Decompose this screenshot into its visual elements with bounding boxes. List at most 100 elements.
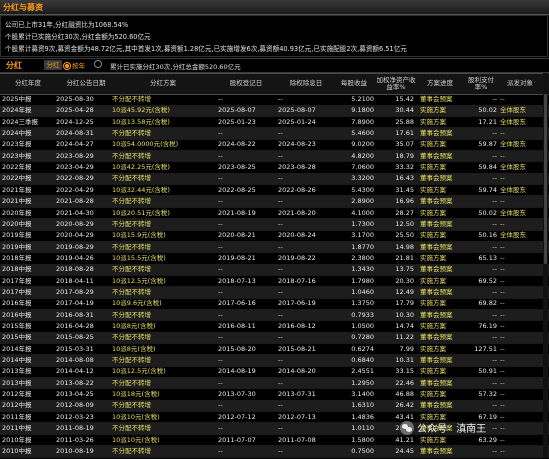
table-cell: 2019中报 bbox=[2, 242, 32, 251]
table-cell: 1.0500 bbox=[351, 322, 374, 330]
table-row[interactable]: 2016中报 2016-08-31 不分配不转增 -- -- 0.7933 10.30 董事会… bbox=[0, 309, 549, 322]
table-cell: 2023中报 bbox=[2, 151, 32, 160]
table-cell: 2010年报 bbox=[2, 435, 32, 444]
col-header[interactable]: 除权除息日 bbox=[276, 74, 336, 94]
col-header[interactable]: 方案进度 bbox=[418, 74, 462, 94]
table-cell: 10派10元(含税) bbox=[112, 412, 160, 421]
table-cell: -- bbox=[218, 424, 223, 433]
table-row[interactable]: 2024中报 2024-08-31 不分配不转增 -- -- 5.4600 17.61 董事会… bbox=[0, 128, 549, 140]
table-cell: 全体股东 bbox=[500, 106, 526, 115]
table-cell: 0.7933 bbox=[351, 310, 374, 319]
table-row[interactable]: 2020年报 2021-04-30 10派20.51元(含税) 2021-08-19 2… bbox=[0, 208, 549, 220]
table-row[interactable]: 2015年报 2016-04-28 10派8元(含税) 2016-08-11 2016-… bbox=[0, 321, 549, 333]
table-cell: 10派12.5元(含税) bbox=[112, 367, 166, 376]
col-header[interactable]: 分红年度 bbox=[2, 74, 54, 94]
table-row[interactable]: 2019年报 2020-04-29 10派15.9元(含税) 2020-08-21 20… bbox=[0, 230, 549, 242]
table-cell: -- bbox=[500, 197, 505, 206]
table-cell: 2018年报 bbox=[2, 253, 32, 262]
table-row[interactable]: 2013年报 2014-04-12 10派12.5元(含税) 2014-08-19 20… bbox=[0, 366, 549, 379]
table-row[interactable]: 2017年报 2018-04-11 10派12.5元(含税) 2018-07-13 20… bbox=[0, 276, 549, 288]
table-cell: 不分配不转增 bbox=[112, 446, 151, 455]
table-cell: 2017中报 bbox=[2, 287, 32, 296]
table-row[interactable]: 2012中报 2012-08-09 不分配不转增 -- -- 1.6310 26.42 董事会… bbox=[0, 400, 549, 413]
table-row[interactable]: 2016年报 2017-04-19 10派9.6元(含税) 2017-06-16 201… bbox=[0, 298, 549, 310]
table-row[interactable]: 2022年报 2023-04-29 10派42.25元(含税) 2023-08-25 2… bbox=[0, 162, 549, 174]
table-row[interactable]: 2013中报 2013-08-22 不分配不转增 -- -- 1.2950 22.46 董事会… bbox=[0, 377, 549, 390]
table-row[interactable]: 2019中报 2019-08-29 不分配不转增 -- -- 1.8770 14.98 董事会… bbox=[0, 241, 549, 254]
table-cell: 7.8900 bbox=[351, 117, 374, 126]
table-cell: 76.19 bbox=[478, 322, 497, 330]
col-header[interactable]: 股权登记日 bbox=[216, 74, 276, 94]
table-cell: -- bbox=[218, 310, 223, 319]
table-row[interactable]: 2024三季报 2024-12-25 10派13.58元(含税) 2025-01-23… bbox=[0, 117, 549, 129]
table-cell: -- bbox=[500, 174, 505, 183]
table-cell: 2011-07-07 bbox=[218, 435, 256, 444]
table-cell: 2024年报 bbox=[2, 106, 32, 115]
table-cell: -- bbox=[492, 219, 497, 228]
table-cell: 2016年报 bbox=[2, 299, 32, 308]
table-row[interactable]: 2023年报 2024-04-27 10派54.0000元(含税) 2024-08-2… bbox=[0, 139, 549, 152]
table-cell: 2024-08-22 bbox=[218, 140, 256, 149]
table-cell: -- bbox=[500, 129, 505, 138]
table-row[interactable]: 2012年报 2013-04-25 10派18元(含税) 2013-07-30 2013… bbox=[0, 389, 549, 401]
table-cell: -- bbox=[500, 446, 505, 455]
col-header[interactable]: 每股收益 bbox=[332, 74, 376, 94]
table-cell: 董事会预案 bbox=[420, 333, 453, 342]
table-row[interactable]: 2022中报 2022-08-29 不分配不转增 -- -- 3.3200 16.43 董事会… bbox=[0, 173, 549, 186]
table-cell: -- bbox=[492, 265, 497, 274]
tab-dividend[interactable]: 分红 bbox=[44, 60, 62, 70]
col-header[interactable]: 股利支付率% bbox=[464, 74, 498, 94]
table-cell: 50.91 bbox=[478, 367, 497, 376]
col-header[interactable]: 派发对象 bbox=[498, 74, 542, 94]
table-cell: 2015年报 bbox=[2, 322, 32, 330]
table-cell: 3.1400 bbox=[351, 390, 374, 399]
table-cell: 2.8900 bbox=[351, 197, 374, 206]
secondary-radio[interactable] bbox=[94, 60, 104, 68]
table-cell: 10派15.9元(含税) bbox=[112, 231, 166, 240]
table-cell: -- bbox=[500, 95, 505, 103]
table-row[interactable]: 2018中报 2018-08-28 不分配不转增 -- -- 1.3430 13.75 董事会… bbox=[0, 264, 549, 276]
table-cell: 2015-08-20 bbox=[218, 344, 256, 353]
table-row[interactable]: 2021年报 2022-04-29 10派32.44元(含税) 2022-08-25 2… bbox=[0, 185, 549, 197]
table-row[interactable]: 2018年报 2019-04-26 10派15.5元(含税) 2019-08-21 20… bbox=[0, 253, 549, 265]
table-cell: 2012-08-09 bbox=[56, 401, 94, 410]
table-cell: 0.6840 bbox=[351, 356, 374, 365]
table-row[interactable]: 2014中报 2014-08-08 不分配不转增 -- -- 0.6840 10.31 董事会… bbox=[0, 355, 549, 367]
table-row[interactable]: 2025中报 2025-08-30 不分配不转增 -- -- 5.2100 15.42 董事会… bbox=[0, 94, 549, 106]
table-cell: 3.1700 bbox=[351, 231, 374, 240]
table-cell: 10派15.5元(含税) bbox=[112, 253, 166, 262]
table-cell: 11.22 bbox=[395, 333, 414, 342]
table-cell: 59.84 bbox=[478, 163, 497, 172]
table-row[interactable]: 2017中报 2017-08-29 不分配不转增 -- -- 1.0460 12.49 董事会… bbox=[0, 286, 549, 299]
by-year-radio[interactable]: 按年 bbox=[63, 60, 85, 70]
scrollbar-thumb[interactable] bbox=[544, 94, 547, 264]
table-cell: 20.30 bbox=[395, 276, 414, 285]
table-cell: 2017-04-19 bbox=[56, 299, 94, 308]
table-cell: 2017-06-19 bbox=[278, 299, 316, 308]
table-row[interactable]: 2023中报 2023-08-29 不分配不转增 -- -- 4.8200 18.79 董事会… bbox=[0, 150, 549, 163]
table-cell: 2015中报 bbox=[2, 333, 32, 342]
col-header[interactable]: 分红方案 bbox=[112, 74, 214, 94]
table-cell: -- bbox=[278, 197, 283, 206]
table-cell: 2022-04-29 bbox=[56, 185, 94, 194]
table-cell: 2013-07-31 bbox=[278, 390, 316, 399]
table-cell: 2024三季报 bbox=[2, 117, 39, 126]
table-row[interactable]: 2021中报 2021-08-28 不分配不转增 -- -- 2.8900 16.96 董事会… bbox=[0, 196, 549, 208]
table-cell: 2011中报 bbox=[2, 424, 32, 433]
table-cell: 实施方案 bbox=[420, 390, 446, 399]
table-cell: -- bbox=[500, 276, 505, 285]
table-cell: -- bbox=[500, 344, 505, 353]
table-row[interactable]: 2020中报 2020-08-29 不分配不转增 -- -- 1.7300 12.50 董事会… bbox=[0, 218, 549, 231]
table-cell: 2014中报 bbox=[2, 356, 32, 365]
table-row[interactable]: 2024年报 2025-04-28 10派45.92元(含税) 2025-08-07 2… bbox=[0, 105, 549, 118]
table-row[interactable]: 2015中报 2015-08-25 不分配不转增 -- -- 0.7280 11.22 董事会… bbox=[0, 332, 549, 345]
table-row[interactable]: 2014年报 2015-03-31 10派8元(含税) 2015-08-20 2015-… bbox=[0, 344, 549, 356]
table-cell: 2016-08-12 bbox=[278, 322, 316, 330]
col-header[interactable]: 分红公告日期 bbox=[56, 74, 116, 94]
table-cell: -- bbox=[278, 151, 283, 160]
table-cell: 2024-08-23 bbox=[278, 140, 316, 149]
col-header[interactable]: 加权净资产收益率% bbox=[376, 74, 416, 94]
table-cell: 1.5800 bbox=[351, 435, 374, 444]
table-row[interactable]: 2010中报 2010-08-19 不分配不转增 -- -- 0.7500 24.45 董事会… bbox=[0, 445, 549, 458]
summary-line: 个股累计已实施分红30次,分红金额为520.60亿元 bbox=[5, 33, 151, 41]
